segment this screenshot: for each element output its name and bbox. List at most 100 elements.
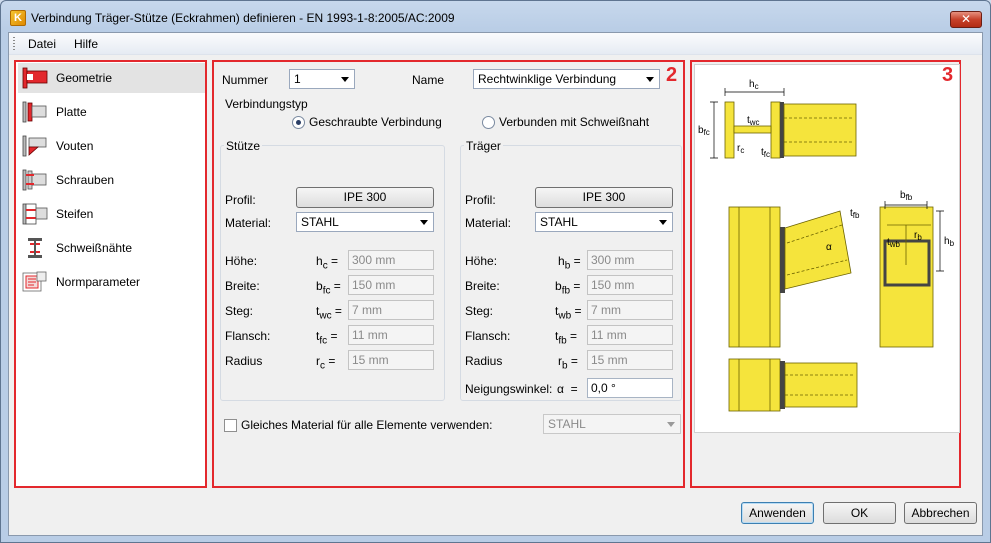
same-material-select[interactable]: STAHL (543, 414, 681, 434)
chevron-down-icon (646, 77, 654, 82)
beam-profile-label: Profil: (465, 193, 496, 207)
nav-item-vouten[interactable]: Vouten (18, 131, 205, 161)
svg-text:tfb: tfb (850, 208, 860, 220)
chevron-down-icon (659, 220, 667, 225)
angle-symbol: α = (557, 382, 578, 396)
column-section-detail (724, 101, 857, 159)
svg-text:α: α (826, 242, 832, 253)
beam-flange-field[interactable]: 11 mm (587, 325, 673, 345)
radio-welded-label[interactable]: Verbunden mit Schweißnaht (499, 115, 649, 129)
dim-symbol: twc = (316, 304, 342, 322)
nav-label: Schweißnähte (56, 241, 133, 255)
beam-material-value: STAHL (540, 215, 578, 229)
dim-symbol: tfc = (316, 329, 338, 347)
same-material-checkbox[interactable] (224, 419, 237, 432)
nav-item-platte[interactable]: Platte (18, 97, 205, 127)
name-select[interactable]: Rechtwinklige Verbindung (473, 69, 660, 89)
nav-label: Platte (56, 105, 87, 119)
panel-number-3: 3 (942, 64, 954, 86)
column-height-field[interactable]: 300 mm (348, 250, 434, 270)
column-width-field[interactable]: 150 mm (348, 275, 434, 295)
svg-text:bfb: bfb (900, 190, 913, 202)
stiffener-icon (22, 203, 48, 225)
nummer-select[interactable]: 1 (289, 69, 355, 89)
column-material-select[interactable]: STAHL (296, 212, 434, 232)
dim-label: Breite: (465, 279, 500, 293)
app-logo-icon: K (10, 10, 26, 26)
dim-symbol: rc = (316, 354, 336, 372)
svg-text:hc: hc (749, 79, 759, 91)
svg-text:tfc: tfc (761, 147, 770, 159)
beam-group-title: Träger (464, 139, 503, 153)
beam-section-detail: bfb tfb twb rb hb (850, 190, 955, 348)
dim-label: Radius (465, 354, 503, 368)
nav-item-geometrie[interactable]: Geometrie (18, 63, 205, 93)
dim-symbol: tfb = (555, 329, 578, 347)
dim-label: Flansch: (465, 329, 511, 343)
beam-web-field[interactable]: 7 mm (587, 300, 673, 320)
nummer-value: 1 (294, 72, 301, 86)
apply-button[interactable]: Anwenden (741, 502, 814, 524)
dim-label: Höhe: (465, 254, 498, 268)
cancel-button[interactable]: Abbrechen (904, 502, 977, 524)
dialog-client-area: Datei Hilfe 1 Geometrie Platte (8, 32, 983, 536)
nav-item-schrauben[interactable]: Schrauben (18, 165, 205, 195)
name-value: Rechtwinklige Verbindung (478, 72, 617, 86)
chevron-down-icon (667, 422, 675, 427)
nav-label: Vouten (56, 139, 94, 153)
top-view-detail (728, 358, 858, 412)
nav-item-schweissnaehte[interactable]: Schweißnähte (18, 233, 205, 263)
dim-symbol: hb = (558, 254, 581, 272)
panel-number-2: 2 (666, 64, 678, 86)
beam-height-field[interactable]: 300 mm (587, 250, 673, 270)
same-material-label[interactable]: Gleiches Material für alle Elemente verw… (241, 418, 492, 432)
column-web-field[interactable]: 7 mm (348, 300, 434, 320)
beam-material-select[interactable]: STAHL (535, 212, 673, 232)
title-bar[interactable]: K Verbindung Träger-Stütze (Eckrahmen) d… (1, 1, 990, 33)
bolts-icon (22, 169, 47, 191)
beam-profile-button[interactable]: IPE 300 (535, 187, 673, 208)
menu-grip (13, 37, 15, 50)
column-radius-field[interactable]: 15 mm (348, 350, 434, 370)
plate-icon (22, 101, 47, 123)
dim-label: Höhe: (225, 254, 258, 268)
same-material-value: STAHL (548, 417, 586, 431)
dim-label: Steg: (225, 304, 254, 318)
nav-label: Schrauben (56, 173, 115, 187)
close-button[interactable]: ✕ (950, 11, 982, 28)
nav-item-steifen[interactable]: Steifen (18, 199, 205, 229)
dim-symbol: bfc = (316, 279, 341, 297)
nav-label: Geometrie (56, 71, 113, 85)
dim-label: Steg: (465, 304, 494, 318)
geometry-icon (22, 67, 48, 89)
chevron-down-icon (420, 220, 428, 225)
radio-bolted-label[interactable]: Geschraubte Verbindung (309, 115, 442, 129)
menu-datei[interactable]: Datei (28, 37, 56, 51)
menu-hilfe[interactable]: Hilfe (74, 37, 98, 51)
dim-symbol: rb = (558, 354, 578, 372)
svg-text:hb: hb (944, 236, 955, 248)
column-flange-field[interactable]: 11 mm (348, 325, 434, 345)
svg-text:bfc: bfc (698, 125, 710, 137)
haunch-icon (22, 135, 47, 157)
column-profile-button[interactable]: IPE 300 (296, 187, 434, 208)
code-parameters-icon (22, 271, 47, 292)
ok-button[interactable]: OK (823, 502, 896, 524)
geometry-panel: 2 Nummer 1 Name Rechtwinklige Verbindung… (212, 60, 685, 488)
connection-sketch: hc bfc twc rc tfc α bfb tfb twb rb hb (698, 79, 955, 412)
column-group-title: Stütze (224, 139, 263, 153)
svg-text:twc: twc (747, 115, 760, 127)
dim-label: Breite: (225, 279, 260, 293)
welds-icon (28, 238, 42, 258)
beam-width-field[interactable]: 150 mm (587, 275, 673, 295)
dialog-window: K Verbindung Träger-Stütze (Eckrahmen) d… (0, 0, 991, 543)
nav-label: Normparameter (56, 275, 141, 289)
beam-radius-field[interactable]: 15 mm (587, 350, 673, 370)
radio-welded[interactable] (482, 116, 495, 129)
preview-panel: hc bfc twc rc tfc α bfb tfb twb rb hb 3 (690, 60, 961, 488)
nav-label: Steifen (56, 207, 94, 221)
nav-item-normparameter[interactable]: Normparameter (18, 267, 205, 297)
inclination-angle-field[interactable]: 0,0 ° (587, 378, 673, 398)
beam-material-label: Material: (465, 216, 512, 230)
radio-bolted[interactable] (292, 116, 305, 129)
